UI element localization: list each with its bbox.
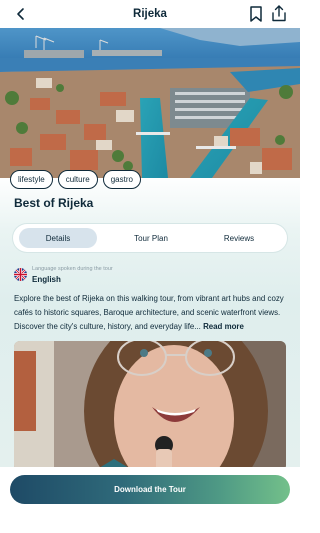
- language-value: English: [32, 275, 61, 284]
- chevron-left-icon[interactable]: [12, 5, 30, 23]
- download-tour-label: Download the Tour: [114, 485, 186, 494]
- tour-description: Explore the best of Rijeka on this walki…: [14, 292, 288, 334]
- tab-tour-plan[interactable]: Tour Plan: [107, 228, 195, 248]
- share-icon[interactable]: [270, 4, 288, 23]
- tag-gastro[interactable]: gastro: [102, 170, 141, 189]
- tag-list: lifestyle culture gastro: [10, 170, 141, 189]
- tour-title: Best of Rijeka: [14, 196, 94, 210]
- uk-flag-icon: [14, 268, 27, 281]
- top-bar: Rijeka: [0, 0, 300, 28]
- tag-lifestyle[interactable]: lifestyle: [10, 170, 53, 189]
- language-caption: Language spoken during the tour: [32, 266, 113, 272]
- tab-reviews[interactable]: Reviews: [195, 228, 283, 248]
- tab-bar: Details Tour Plan Reviews: [13, 224, 287, 252]
- guide-video[interactable]: [14, 341, 286, 471]
- hero-image: [0, 28, 300, 178]
- tab-details[interactable]: Details: [19, 228, 97, 248]
- download-tour-button[interactable]: Download the Tour: [10, 475, 290, 504]
- read-more-link[interactable]: Read more: [203, 322, 244, 331]
- page-title: Rijeka: [133, 8, 167, 20]
- tag-culture[interactable]: culture: [57, 170, 98, 189]
- bookmark-icon[interactable]: [248, 5, 264, 23]
